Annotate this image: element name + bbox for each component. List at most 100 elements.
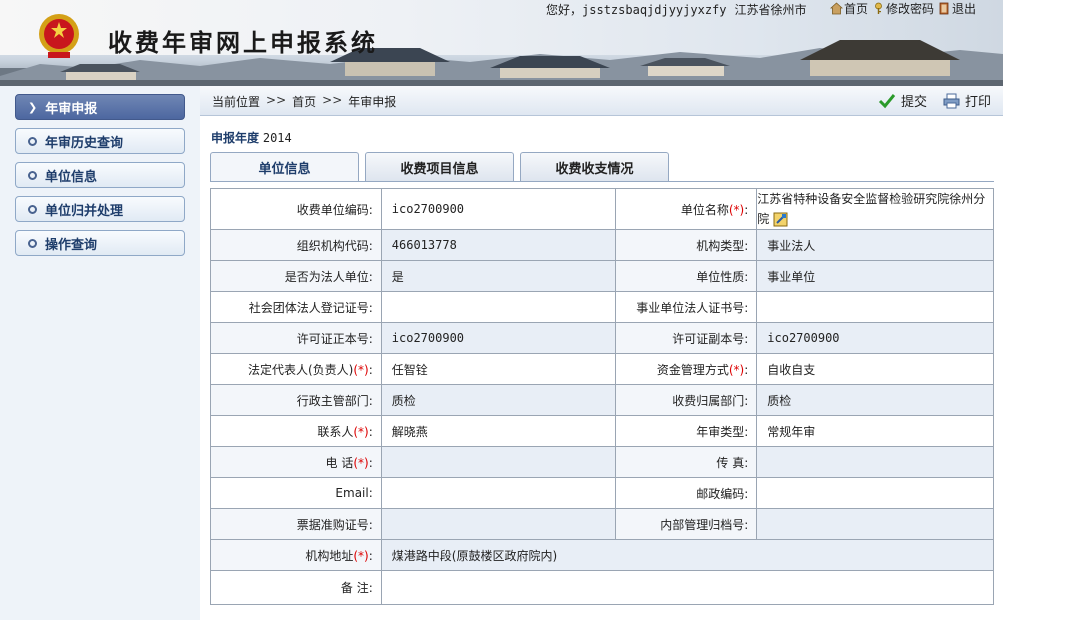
org-type-field[interactable]: 事业法人 (756, 229, 994, 261)
form-row: 备 注: (210, 570, 995, 605)
public-cert-field[interactable] (756, 291, 994, 323)
key-icon (875, 2, 882, 14)
org-code-field[interactable]: 466013778 (380, 229, 617, 261)
change-password-link[interactable]: 修改密码 (872, 0, 934, 17)
sidebar-item-label: 年审申报 (45, 101, 98, 117)
tab-fee-items[interactable]: 收费项目信息 (365, 152, 514, 182)
national-emblem-icon (39, 14, 79, 58)
review-type-field[interactable]: 常规年审 (756, 415, 994, 447)
label-colon: : (744, 362, 749, 377)
edit-icon[interactable] (773, 212, 788, 227)
social-cert-field[interactable] (380, 291, 617, 323)
phone-field[interactable] (380, 446, 617, 478)
bill-cert-field[interactable] (380, 508, 617, 540)
is-legal-label: 是否为法人单位: (210, 260, 382, 292)
unit-nature-field[interactable]: 事业单位 (756, 260, 994, 292)
print-label: 打印 (964, 95, 991, 110)
home-link-label: 首页 (844, 2, 869, 16)
sidebar-item-annual-review[interactable]: ❯ 年审申报 (15, 94, 185, 120)
fee-dept-field[interactable]: 质检 (756, 384, 994, 416)
required-mark: (*) (353, 455, 369, 470)
unit-info-form: 收费单位编码: ico2700900 单位名称(*): 江苏省特种设备安全监督检… (210, 188, 995, 605)
address-field[interactable]: 煤港路中段(原鼓楼区政府院内) (380, 539, 995, 571)
sidebar-item-unit-info[interactable]: 单位信息 (15, 162, 185, 188)
unit-name-field[interactable]: 江苏省特种设备安全监督检验研究院徐州分院 (756, 188, 994, 230)
user-info: 您好，jsstzsbaqjdjyyjyxzfy 江苏省徐州市 (546, 1, 807, 18)
admin-dept-field[interactable]: 质检 (380, 384, 617, 416)
label-colon: : (368, 424, 373, 439)
org-code-label: 组织机构代码: (210, 229, 382, 261)
circle-bullet-icon (28, 136, 37, 146)
printer-icon (943, 93, 960, 108)
fax-field[interactable] (756, 446, 994, 478)
form-row: 社会团体法人登记证号: 事业单位法人证书号: (210, 291, 994, 323)
fund-mgmt-label: 资金管理方式(*): (615, 353, 758, 385)
sidebar-item-label: 操作查询 (45, 237, 98, 253)
contact-field[interactable]: 解晓燕 (380, 415, 617, 447)
license-copy-field[interactable]: ico2700900 (756, 322, 994, 354)
form-row: 组织机构代码: 466013778 机构类型: 事业法人 (210, 229, 994, 261)
greeting-text: 您好， (546, 3, 583, 17)
top-links: 首页 修改密码 退出 (830, 0, 976, 17)
remark-label: 备 注: (210, 570, 382, 605)
license-copy-label: 许可证副本号: (615, 322, 758, 354)
is-legal-field[interactable]: 是 (380, 260, 617, 292)
required-mark: (*) (353, 424, 369, 439)
print-button[interactable]: 打印 (943, 91, 991, 110)
sidebar-item-unit-merge[interactable]: 单位归并处理 (15, 196, 185, 222)
social-cert-label: 社会团体法人登记证号: (210, 291, 382, 323)
logout-label: 退出 (952, 2, 977, 16)
submit-button[interactable]: 提交 (878, 91, 927, 110)
label-colon: : (368, 548, 373, 563)
breadcrumb-prefix: 当前位置 (212, 95, 261, 109)
submit-label: 提交 (900, 95, 927, 110)
phone-label: 电 话(*): (210, 446, 382, 478)
circle-bullet-icon (28, 204, 37, 214)
form-row: 电 话(*): 传 真: (210, 446, 994, 478)
breadcrumb-current: 年审申报 (348, 95, 397, 109)
sidebar-item-label: 年审历史查询 (45, 135, 124, 151)
exit-icon (939, 2, 949, 15)
label-colon: : (368, 362, 373, 377)
archive-no-field[interactable] (756, 508, 994, 540)
unit-code-field[interactable]: ico2700900 (380, 188, 617, 230)
required-mark: (*) (728, 362, 745, 377)
tab-divider (210, 181, 994, 182)
postcode-field[interactable] (756, 477, 994, 509)
required-mark: (*) (728, 202, 745, 217)
bill-cert-label: 票据准购证号: (210, 508, 382, 540)
unit-name-label: 单位名称(*): (615, 188, 758, 230)
breadcrumb-home-link[interactable]: 首页 (292, 93, 316, 110)
unit-name-value: 江苏省特种设备安全监督检验研究院徐州分院 (757, 192, 986, 226)
sidebar: ❯ 年审申报 年审历史查询 单位信息 单位归并处理 操作查询 (0, 86, 200, 620)
license-main-field[interactable]: ico2700900 (380, 322, 617, 354)
logout-link[interactable]: 退出 (938, 0, 976, 17)
sidebar-item-operation-query[interactable]: 操作查询 (15, 230, 185, 256)
legal-rep-field[interactable]: 任智铨 (380, 353, 617, 385)
form-row: 是否为法人单位: 是 单位性质: 事业单位 (210, 260, 994, 292)
report-year-value: 2014 (262, 131, 292, 145)
remark-field[interactable] (380, 570, 995, 605)
checkmark-icon (878, 93, 896, 108)
fund-mgmt-field[interactable]: 自收自支 (756, 353, 994, 385)
form-row: 行政主管部门: 质检 收费归属部门: 质检 (210, 384, 994, 416)
tab-fee-income[interactable]: 收费收支情况 (520, 152, 669, 182)
email-field[interactable] (380, 477, 617, 509)
form-row: 票据准购证号: 内部管理归档号: (210, 508, 994, 540)
sidebar-item-history[interactable]: 年审历史查询 (15, 128, 185, 154)
tab-unit-info[interactable]: 单位信息 (210, 152, 359, 182)
chevron-right-icon: ❯ (28, 100, 38, 114)
unit-name-label-text: 单位名称 (680, 202, 729, 217)
username-text: jsstzsbaqjdjyyjyxzfy (582, 3, 727, 17)
home-link[interactable]: 首页 (830, 0, 868, 17)
circle-bullet-icon (28, 170, 37, 180)
breadcrumb-separator: >> (266, 93, 287, 107)
sidebar-item-label: 单位归并处理 (45, 203, 124, 219)
license-main-label: 许可证正本号: (210, 322, 382, 354)
review-type-label: 年审类型: (615, 415, 758, 447)
report-year-label: 申报年度 (211, 131, 260, 145)
breadcrumb-bar: 当前位置 >> 首页 >> 年审申报 提交 打印 (200, 86, 1003, 116)
fee-dept-label: 收费归属部门: (615, 384, 758, 416)
address-label: 机构地址(*): (210, 539, 382, 571)
address-label-text: 机构地址 (305, 548, 354, 563)
